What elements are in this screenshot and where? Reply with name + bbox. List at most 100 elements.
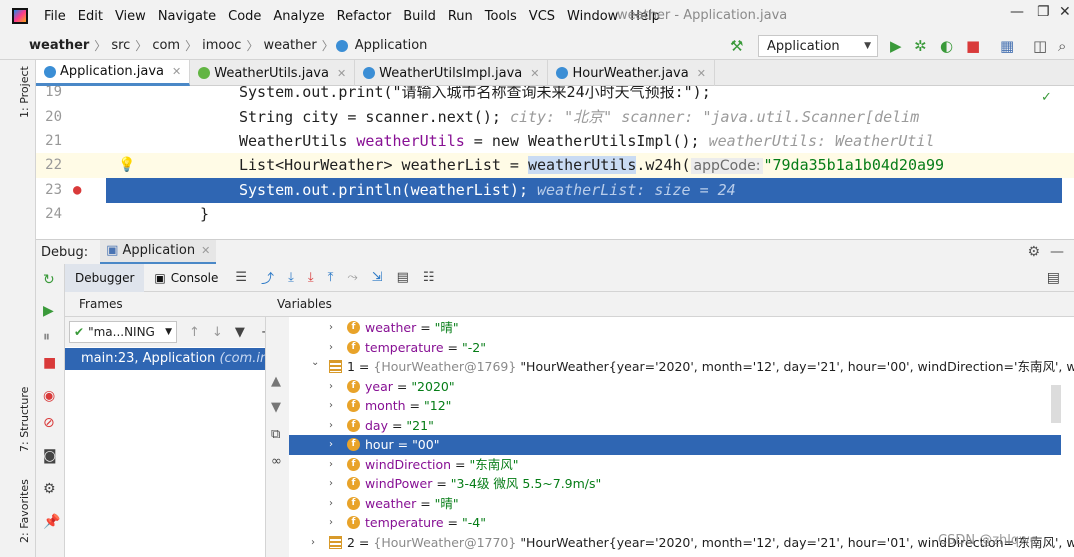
tab-debugger[interactable]: Debugger	[65, 263, 145, 292]
run-config-select[interactable]: Application ▼	[758, 35, 878, 57]
step-into-icon[interactable]: ⤓	[308, 270, 314, 285]
chevron-right-icon[interactable]: ›	[329, 513, 333, 533]
restore-icon[interactable]: ❐	[1037, 4, 1050, 20]
variable-row[interactable]: › f windDirection = "东南风"	[289, 455, 1061, 475]
breadcrumb-imooc[interactable]: imooc	[199, 38, 244, 53]
favorites-tool-tab[interactable]: 2: Favorites	[18, 479, 31, 543]
menu-edit[interactable]: Edit	[72, 9, 109, 24]
variable-row[interactable]: › f day = "21"	[289, 416, 1061, 436]
resume-icon[interactable]: ▶	[43, 304, 54, 318]
breadcrumb-application[interactable]: Application	[352, 38, 431, 53]
run-to-cursor-icon[interactable]: ⇲	[372, 270, 383, 285]
run-icon[interactable]: ▶	[890, 37, 902, 55]
filter-icon[interactable]: ▼	[235, 325, 245, 340]
project-tool-tab[interactable]: 1: Project	[18, 66, 31, 118]
gear-icon[interactable]: ⚙	[1027, 244, 1040, 260]
variable-row[interactable]: › f temperature = "-4"	[289, 513, 1061, 533]
variable-row[interactable]: › f hour = "00"	[289, 435, 1061, 455]
chevron-right-icon[interactable]: ›	[329, 338, 333, 358]
code-editor[interactable]: 19 System.out.print("请输入城市名称查询未来24小时天气预报…	[36, 86, 1074, 236]
lightbulb-icon[interactable]: 💡	[118, 153, 135, 178]
variable-row[interactable]: › f year = "2020"	[289, 377, 1061, 397]
show-execution-point-icon[interactable]: ⤴	[261, 268, 274, 287]
breadcrumb-com[interactable]: com	[149, 38, 183, 53]
variable-row[interactable]: › f temperature = "-2"	[289, 338, 1061, 358]
chevron-right-icon[interactable]: ›	[329, 494, 333, 514]
close-icon[interactable]: ✕	[697, 67, 706, 80]
close-icon[interactable]: ✕	[1059, 4, 1071, 20]
chevron-right-icon[interactable]: ›	[311, 533, 315, 553]
layout-settings-icon[interactable]: ▤	[1047, 270, 1060, 286]
close-icon[interactable]: ✕	[172, 65, 181, 78]
menu-run[interactable]: Run	[442, 9, 479, 24]
step-out-icon[interactable]: ⤒	[328, 270, 334, 285]
evaluate-expression-icon[interactable]: ▤	[397, 270, 409, 285]
menu-navigate[interactable]: Navigate	[152, 9, 222, 24]
search-everywhere-icon[interactable]: ⌕	[1058, 37, 1066, 55]
breakpoint-icon[interactable]: ●	[73, 178, 81, 203]
menu-build[interactable]: Build	[397, 9, 442, 24]
hide-icon[interactable]: —	[1050, 244, 1064, 260]
drop-frame-icon[interactable]: ⤳	[347, 270, 357, 285]
close-icon[interactable]: ✕	[530, 67, 539, 80]
minimize-icon[interactable]: —	[1010, 4, 1024, 20]
view-breakpoints-icon[interactable]: ◉	[43, 389, 55, 403]
structure-tool-tab[interactable]: 7: Structure	[18, 387, 31, 452]
menu-refactor[interactable]: Refactor	[331, 9, 398, 24]
rerun-icon[interactable]: ↻	[43, 273, 55, 287]
arrow-up-icon[interactable]: ↑	[189, 325, 200, 340]
menu-vcs[interactable]: VCS	[523, 9, 561, 24]
pin-icon[interactable]: 📌	[43, 515, 60, 529]
thread-select[interactable]: ✔ "ma...NING ▼	[69, 321, 177, 343]
menu-window[interactable]: Window	[561, 9, 624, 24]
camera-icon[interactable]: ◙	[43, 449, 57, 463]
chevron-right-icon[interactable]: ›	[329, 416, 333, 436]
frame-row[interactable]: main:23, Application (com.imoo	[65, 348, 265, 370]
variable-row[interactable]: › f weather = "晴"	[289, 318, 1061, 338]
stop-icon[interactable]: ■	[43, 356, 56, 370]
chevron-right-icon[interactable]: ›	[329, 377, 333, 397]
coverage-icon[interactable]: ◐	[940, 37, 953, 55]
close-icon[interactable]: ✕	[337, 67, 346, 80]
tab-application-java[interactable]: Application.java ✕	[36, 60, 191, 86]
menu-icon[interactable]: ☰	[235, 270, 247, 285]
trace-icon[interactable]: ☷	[423, 270, 435, 285]
chevron-right-icon[interactable]: ›	[329, 455, 333, 475]
breadcrumb-project[interactable]: weather	[26, 38, 92, 53]
debug-icon[interactable]: ✲	[914, 37, 927, 55]
breadcrumb-src[interactable]: src	[108, 38, 133, 53]
arrow-down-icon[interactable]: ↓	[212, 325, 223, 340]
vertical-scrollbar[interactable]	[1051, 385, 1061, 423]
step-over-icon[interactable]: ⤓	[288, 270, 294, 285]
arrow-down-icon[interactable]: ▼	[271, 400, 281, 415]
close-icon[interactable]: ✕	[201, 244, 210, 257]
menu-analyze[interactable]: Analyze	[267, 9, 330, 24]
chevron-right-icon[interactable]: ›	[329, 318, 333, 338]
pause-icon[interactable]: ⏸	[43, 330, 50, 344]
breadcrumb-weather[interactable]: weather	[260, 38, 319, 53]
tab-weatherutils-java[interactable]: WeatherUtils.java ✕	[190, 60, 356, 86]
chevron-right-icon[interactable]: ›	[329, 474, 333, 494]
variable-row[interactable]: ⌄ 1 = {HourWeather@1769} "HourWeather{yea…	[289, 357, 1074, 377]
tab-hourweather-java[interactable]: HourWeather.java ✕	[548, 60, 715, 86]
arrow-up-icon[interactable]: ▲	[271, 374, 281, 389]
variable-row[interactable]: › f weather = "晴"	[289, 494, 1061, 514]
stop-icon[interactable]: ■	[966, 37, 980, 55]
menu-view[interactable]: View	[109, 9, 152, 24]
project-structure-icon[interactable]: ▦	[1000, 37, 1014, 55]
watches-icon[interactable]: ∞	[271, 454, 282, 469]
variable-row[interactable]: › f windPower = "3-4级 微风 5.5~7.9m/s"	[289, 474, 1061, 494]
build-hammer-icon[interactable]: ⚒	[730, 37, 743, 55]
menu-code[interactable]: Code	[222, 9, 267, 24]
debug-session-tab[interactable]: ▣ Application ✕	[100, 239, 217, 265]
layout-icon[interactable]: ◫	[1033, 37, 1047, 55]
menu-file[interactable]: File	[38, 9, 72, 24]
chevron-right-icon[interactable]: ›	[329, 435, 333, 455]
chevron-right-icon[interactable]: ›	[329, 396, 333, 416]
tab-weatherutilsimpl-java[interactable]: WeatherUtilsImpl.java ✕	[355, 60, 549, 86]
copy-icon[interactable]: ⧉	[271, 427, 280, 442]
variable-row[interactable]: › f month = "12"	[289, 396, 1061, 416]
chevron-down-icon[interactable]: ⌄	[311, 353, 319, 373]
settings-icon[interactable]: ⚙	[43, 482, 56, 496]
mute-breakpoints-icon[interactable]: ⊘	[43, 416, 55, 430]
